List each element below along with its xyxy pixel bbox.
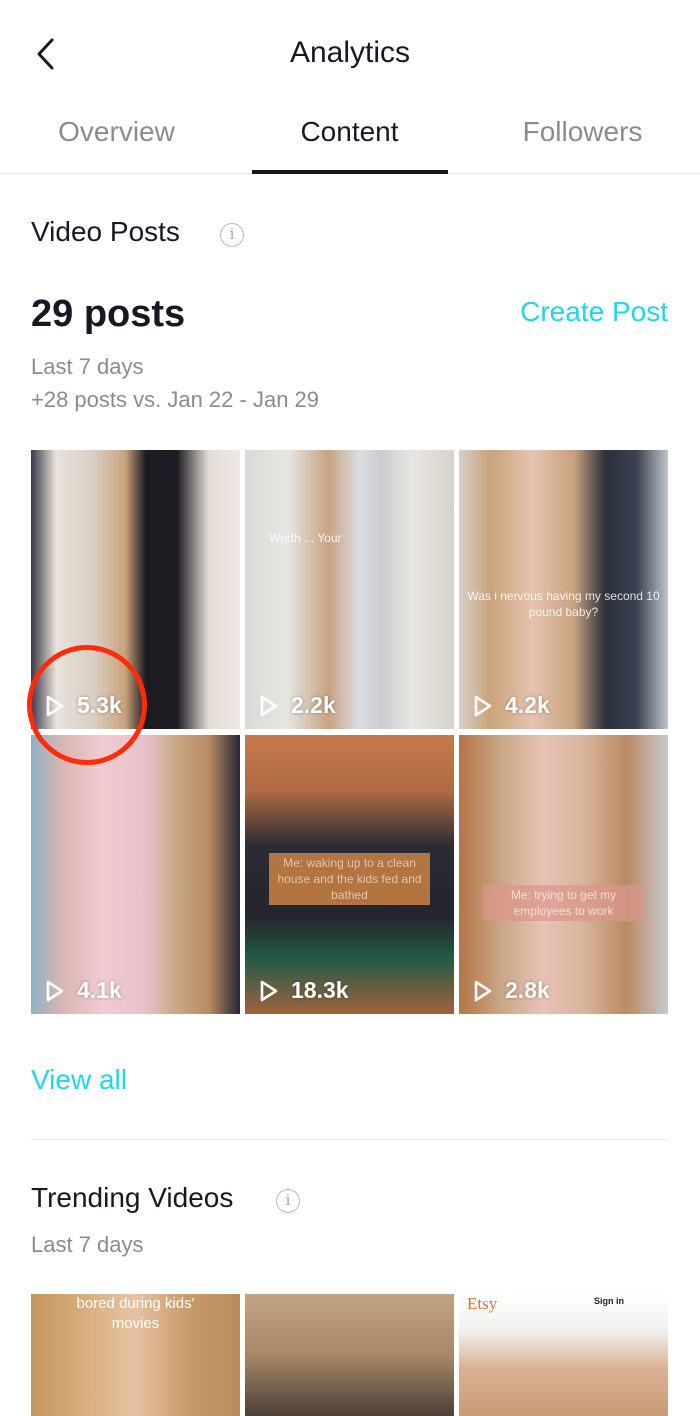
play-icon	[474, 980, 492, 1001]
video-thumbnail[interactable]: Me: trying to get my employees to work 2…	[459, 735, 668, 1014]
tab-followers[interactable]: Followers	[466, 116, 699, 148]
view-count: 4.2k	[473, 692, 550, 719]
trending-period-label: Last 7 days	[31, 1232, 144, 1257]
page-title: Analytics	[289, 36, 411, 69]
play-icon	[260, 695, 278, 716]
video-thumbnail[interactable]: 4.1k	[31, 735, 240, 1014]
play-icon	[46, 980, 64, 1001]
period-label: Last 7 days	[31, 354, 144, 379]
tab-overview[interactable]: Overview	[0, 116, 233, 148]
video-caption: Me: waking up to a clean house and the k…	[269, 853, 430, 905]
info-icon[interactable]: i	[276, 1189, 300, 1213]
video-posts-title: Video Posts	[31, 216, 180, 247]
view-count: 2.8k	[473, 977, 550, 1004]
view-count: 4.1k	[45, 977, 122, 1004]
create-post-button[interactable]: Create Post	[520, 296, 668, 328]
video-thumbnail[interactable]: 5.3k	[31, 450, 240, 729]
video-caption: bored during kids' movies	[76, 1295, 195, 1332]
video-caption: Me: trying to get my employees to work	[483, 885, 644, 921]
posts-count: 29 posts	[31, 293, 186, 335]
etsy-logo: Etsy	[467, 1294, 498, 1313]
video-caption: Was i nervous having my second 10 pound …	[467, 589, 660, 619]
view-count: 18.3k	[259, 977, 349, 1004]
active-tab-indicator	[252, 170, 448, 174]
play-icon	[474, 695, 492, 716]
sign-in-text: Sign in	[594, 1296, 624, 1306]
trending-videos-grid: bored during kids' movies Etsy Sign in	[31, 1294, 668, 1416]
info-icon[interactable]: i	[220, 223, 244, 247]
play-icon	[260, 980, 278, 1001]
view-count: 5.3k	[45, 692, 122, 719]
video-thumbnail[interactable]: Worth ... Your 2.2k	[245, 450, 454, 729]
trending-video-thumbnail[interactable]: bored during kids' movies	[31, 1294, 240, 1416]
trending-video-thumbnail[interactable]: Etsy Sign in	[459, 1294, 668, 1416]
trending-videos-title: Trending Videos	[31, 1182, 234, 1213]
video-thumbnail[interactable]: Was i nervous having my second 10 pound …	[459, 450, 668, 729]
comparison-label: +28 posts vs. Jan 22 - Jan 29	[31, 387, 320, 412]
section-divider	[31, 1139, 668, 1140]
trending-video-thumbnail[interactable]	[245, 1294, 454, 1416]
play-icon	[46, 695, 64, 716]
video-thumbnail[interactable]: Me: waking up to a clean house and the k…	[245, 735, 454, 1014]
tab-bar: Overview Content Followers	[0, 100, 700, 174]
view-all-link[interactable]: View all	[31, 1064, 127, 1096]
header: Analytics	[0, 0, 700, 100]
tab-content[interactable]: Content	[233, 116, 466, 148]
video-posts-grid: 5.3k Worth ... Your 2.2k Was i nervous h…	[31, 450, 668, 1014]
video-caption: Worth ... Your	[269, 531, 342, 545]
view-count: 2.2k	[259, 692, 336, 719]
